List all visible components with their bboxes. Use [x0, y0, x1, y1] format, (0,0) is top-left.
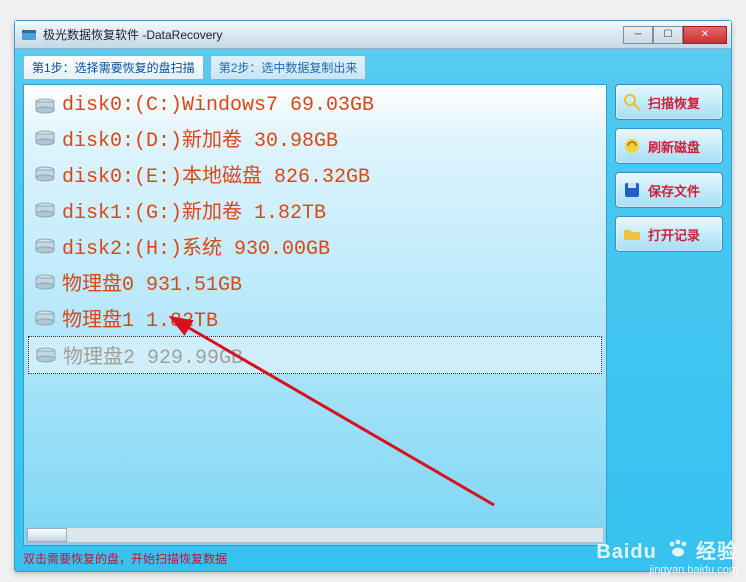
disk-label: 物理盘0 931.51GB [62, 267, 242, 297]
tab-step1[interactable]: 第1步：选择需要恢复的盘扫描 [23, 55, 204, 80]
disk-label: disk0:(D:)新加卷 30.98GB [62, 123, 338, 153]
watermark: Baidu 经验 jingyan.baidu.com [596, 535, 738, 576]
physical-disk-icon [35, 346, 57, 364]
scrollbar-thumb[interactable] [27, 528, 67, 542]
button-label: 打开记录 [648, 225, 700, 244]
save-file-button[interactable]: 保存文件 [615, 172, 723, 208]
disk-label: disk0:(E:)本地磁盘 826.32GB [62, 159, 370, 189]
disk-list-panel: disk0:(C:)Windows7 69.03GB disk0:(D:)新加卷 … [23, 84, 607, 546]
paw-icon [667, 538, 689, 558]
window-title: 极光数据恢复软件 -DataRecovery [43, 26, 623, 43]
watermark-url: jingyan.baidu.com [596, 564, 738, 576]
watermark-suffix: 经验 [696, 541, 738, 563]
refresh-disk-button[interactable]: 刷新磁盘 [615, 128, 723, 164]
maximize-button[interactable]: ☐ [653, 26, 683, 44]
disk-row[interactable]: disk0:(D:)新加卷 30.98GB [28, 120, 602, 156]
physical-disk-icon [34, 273, 56, 291]
disk-icon [34, 165, 56, 183]
watermark-brand: Baidu [596, 541, 657, 563]
disk-label: disk0:(C:)Windows7 69.03GB [62, 94, 374, 117]
disk-row[interactable]: disk1:(G:)新加卷 1.82TB [28, 192, 602, 228]
app-icon [21, 27, 37, 43]
button-label: 保存文件 [648, 181, 700, 200]
disk-label: 物理盘2 929.99GB [63, 340, 243, 370]
step-tabs: 第1步：选择需要恢复的盘扫描 第2步：选中数据复制出来 [23, 55, 723, 80]
disk-label: disk2:(H:)系统 930.00GB [62, 231, 330, 261]
disk-row[interactable]: 物理盘0 931.51GB [28, 264, 602, 300]
save-icon [622, 180, 642, 200]
app-window: 极光数据恢复软件 -DataRecovery ─ ☐ ✕ 第1步：选择需要恢复的… [14, 20, 732, 572]
titlebar[interactable]: 极光数据恢复软件 -DataRecovery ─ ☐ ✕ [15, 21, 731, 49]
disk-icon [34, 237, 56, 255]
refresh-icon [622, 136, 642, 156]
disk-row[interactable]: disk2:(H:)系统 930.00GB [28, 228, 602, 264]
horizontal-scrollbar[interactable] [26, 527, 604, 543]
disk-list[interactable]: disk0:(C:)Windows7 69.03GB disk0:(D:)新加卷 … [24, 85, 606, 380]
disk-icon [34, 129, 56, 147]
disk-row[interactable]: 物理盘2 929.99GB [28, 336, 602, 374]
disk-label: disk1:(G:)新加卷 1.82TB [62, 195, 326, 225]
physical-disk-icon [34, 309, 56, 327]
scan-recover-button[interactable]: 扫描恢复 [615, 84, 723, 120]
button-label: 刷新磁盘 [648, 137, 700, 156]
disk-icon [34, 97, 56, 115]
disk-row[interactable]: 物理盘1 1.82TB [28, 300, 602, 336]
close-button[interactable]: ✕ [683, 26, 727, 44]
side-button-column: 扫描恢复 刷新磁盘 保存文件 打开记录 [615, 84, 723, 546]
magnifier-icon [622, 92, 642, 112]
main-area: disk0:(C:)Windows7 69.03GB disk0:(D:)新加卷 … [23, 84, 723, 546]
disk-icon [34, 201, 56, 219]
disk-row[interactable]: disk0:(C:)Windows7 69.03GB [28, 91, 602, 120]
folder-icon [622, 224, 642, 244]
window-controls: ─ ☐ ✕ [623, 26, 727, 44]
open-record-button[interactable]: 打开记录 [615, 216, 723, 252]
client-area: 第1步：选择需要恢复的盘扫描 第2步：选中数据复制出来 disk0:(C:)Wi… [23, 55, 723, 543]
disk-label: 物理盘1 1.82TB [62, 303, 218, 333]
tab-step2[interactable]: 第2步：选中数据复制出来 [210, 55, 367, 80]
disk-row[interactable]: disk0:(E:)本地磁盘 826.32GB [28, 156, 602, 192]
button-label: 扫描恢复 [648, 93, 700, 112]
minimize-button[interactable]: ─ [623, 26, 653, 44]
